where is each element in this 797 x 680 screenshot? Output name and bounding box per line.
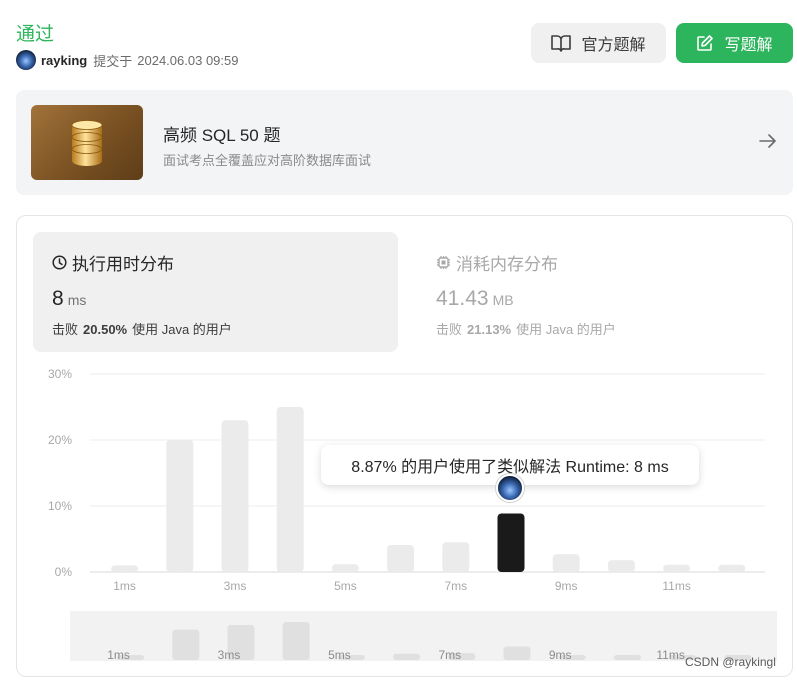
bar <box>276 407 304 572</box>
overview-bar <box>172 629 200 660</box>
bar <box>552 554 580 572</box>
bar <box>607 560 635 572</box>
runtime-distribution-chart[interactable]: 0% 10% 20% 30% 1ms 3ms 5ms 7ms 9ms 11ms 1ms 3ms 5ms 7… <box>0 0 797 680</box>
user-avatar-marker <box>496 474 524 502</box>
overview-tick-label: 9ms <box>549 648 572 662</box>
bar-highlighted <box>497 513 525 572</box>
bar <box>442 542 470 572</box>
x-tick-label: 11ms <box>662 579 690 593</box>
x-tick-label: 3ms <box>224 579 247 593</box>
x-tick-label: 1ms <box>113 579 136 593</box>
x-tick-label: 5ms <box>334 579 357 593</box>
y-tick-label: 0% <box>55 565 73 579</box>
bar <box>331 564 359 572</box>
overview-tick-label: 11ms <box>656 648 684 662</box>
overview-bar <box>393 653 421 660</box>
bar <box>166 440 194 572</box>
overview-tick-label: 3ms <box>218 648 241 662</box>
bar <box>111 565 139 572</box>
x-tick-label: 7ms <box>444 579 467 593</box>
bar <box>387 544 415 572</box>
y-tick-label: 20% <box>48 433 72 447</box>
bar <box>663 564 691 572</box>
overview-tick-label: 1ms <box>107 648 130 662</box>
x-tick-label: 9ms <box>555 579 578 593</box>
overview-bar <box>613 655 641 660</box>
watermark: CSDN @raykingl <box>685 655 776 669</box>
bar <box>718 564 746 572</box>
overview-bar <box>282 622 310 660</box>
bar <box>221 420 249 572</box>
overview-tick-label: 5ms <box>328 648 351 662</box>
y-tick-label: 10% <box>48 499 72 513</box>
y-tick-label: 30% <box>48 367 72 381</box>
overview-tick-label: 7ms <box>438 648 461 662</box>
overview-bar <box>503 646 531 660</box>
